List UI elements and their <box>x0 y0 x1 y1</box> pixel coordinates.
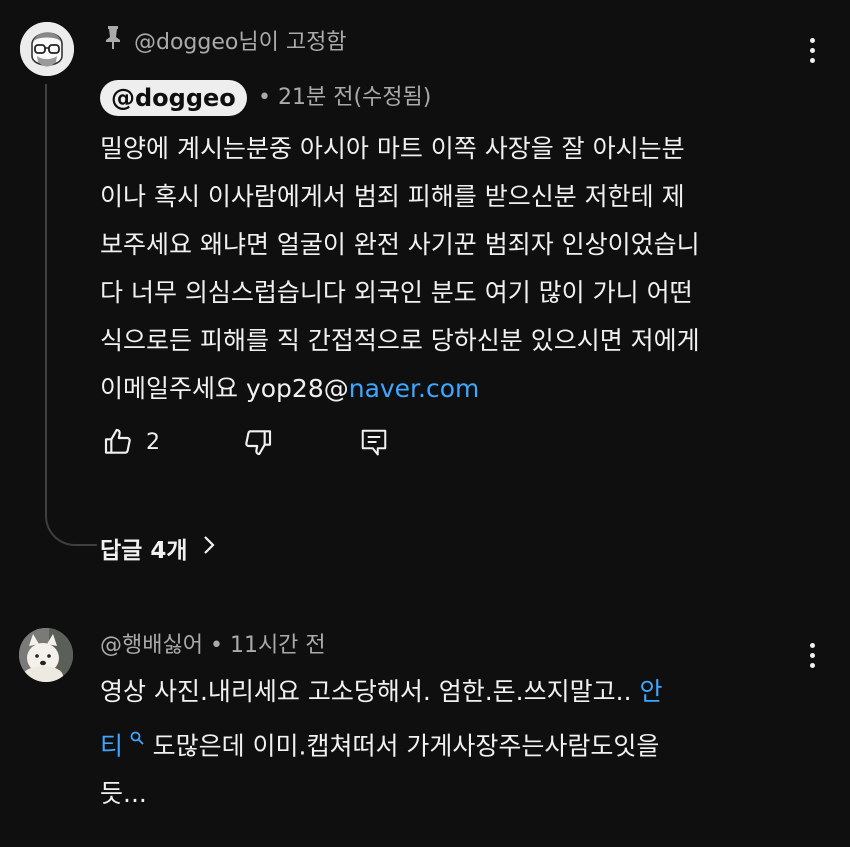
reply-icon[interactable] <box>356 424 392 460</box>
comment-time: 21분 전(수정됨) <box>277 85 432 110</box>
comment-line: 다 너무 의심스럽습니다 외국인 분도 여기 많이 가니 어떤 <box>100 278 693 307</box>
pin-icon <box>104 25 122 55</box>
thread-connector-line <box>45 84 97 546</box>
comment-meta: • 21분 전(수정됨) <box>258 80 431 116</box>
thumbs-down-icon[interactable] <box>240 424 276 460</box>
avatar[interactable] <box>20 22 74 76</box>
more-vert-icon[interactable] <box>797 635 827 675</box>
comment-text: 이메일주세요 yop28@ <box>100 374 349 403</box>
comment-time: 11시간 전 <box>229 633 326 658</box>
comment-line: 티 도많은데 이미.캡쳐떠서 가게사장주는사람도잇을 <box>100 716 800 770</box>
comment-body: 영상 사진.내리세요 고소당해서. 엄한.돈.쓰지말고.. 안 티 도많은데 이… <box>100 668 800 818</box>
email-link[interactable]: naver.com <box>349 374 480 403</box>
search-link[interactable]: 안 <box>639 677 662 706</box>
pinned-indicator: @doggeo님이 고정함 <box>104 20 347 60</box>
comment-text: 영상 사진.내리세요 고소당해서. 엄한.돈.쓰지말고.. <box>100 677 640 706</box>
dog-avatar-image <box>19 628 73 682</box>
thumbs-up-icon[interactable] <box>100 424 136 460</box>
search-icon[interactable] <box>125 731 149 749</box>
comment-body: 밀양에 계시는분중 아시아 마트 이쪽 사장을 잘 아시는분 이나 혹시 이사람… <box>100 125 830 413</box>
search-link[interactable]: 티 <box>100 731 123 760</box>
comment-line: 이나 혹시 이사람에게서 범죄 피해를 받으신분 저한테 제 <box>100 182 685 211</box>
replies-label: 답글 4개 <box>100 538 188 564</box>
meta-separator: • <box>258 85 278 110</box>
comment-line: 보주세요 왜냐면 얼굴이 완전 사기꾼 범죄자 인상이었습니 <box>100 230 700 259</box>
comment-line: 듯... <box>100 779 147 809</box>
author-chip[interactable]: @doggeo <box>100 80 247 116</box>
meta-separator: • <box>209 633 230 658</box>
avatar[interactable] <box>19 628 73 682</box>
comment-line: 이메일주세요 yop28@naver.com <box>100 365 830 413</box>
comment-author[interactable]: @행배싫어 <box>100 633 203 658</box>
pinned-label: @doggeo님이 고정함 <box>134 30 347 55</box>
comment-line: 식으로든 피해를 직 간접적으로 당하신분 있으시면 저에게 <box>100 326 700 355</box>
comment-meta: @행배싫어 • 11시간 전 <box>100 628 326 664</box>
comment-line: 영상 사진.내리세요 고소당해서. 엄한.돈.쓰지말고.. 안 <box>100 668 800 716</box>
chevron-right-icon <box>202 534 216 562</box>
more-vert-icon[interactable] <box>797 30 827 70</box>
avatar-illustration <box>20 22 74 76</box>
comment-line: 밀양에 계시는분중 아시아 마트 이쪽 사장을 잘 아시는분 <box>100 134 685 163</box>
comment-text: 도많은데 이미.캡쳐떠서 가게사장주는사람도잇을 <box>152 731 660 761</box>
replies-toggle-button[interactable]: 답글 4개 <box>100 528 216 568</box>
comment-actions: 2 <box>100 420 392 464</box>
like-count: 2 <box>146 429 160 455</box>
